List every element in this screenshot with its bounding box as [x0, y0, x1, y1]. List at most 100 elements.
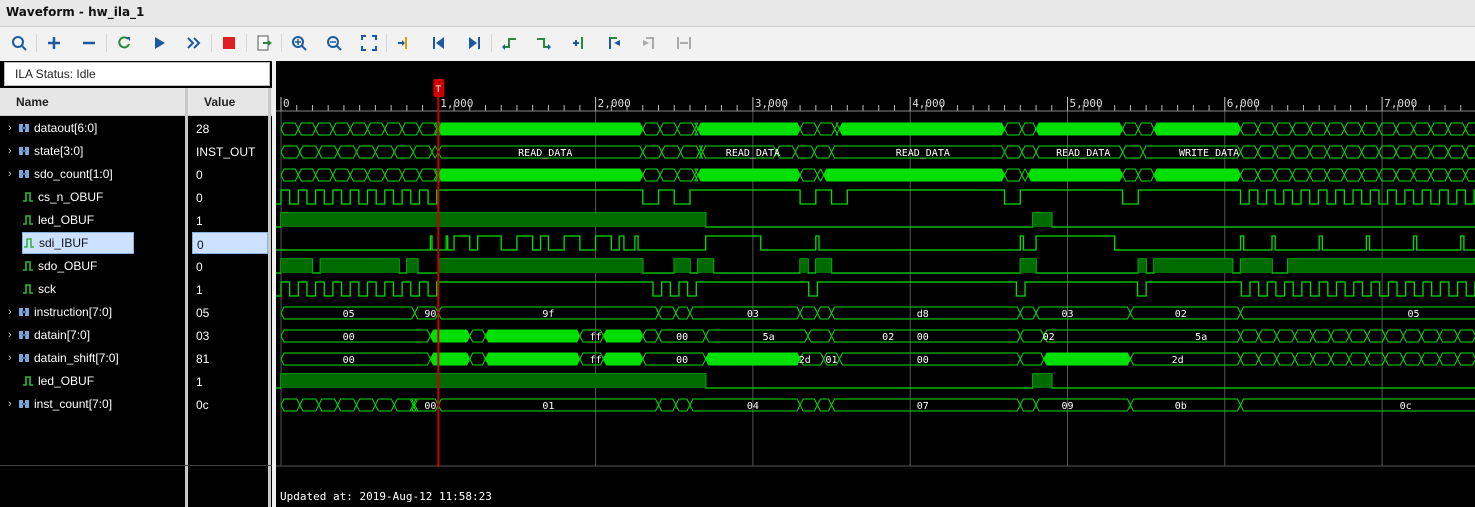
- chevron-right-icon[interactable]: ›: [8, 145, 18, 157]
- zoom-fit-button[interactable]: [358, 33, 380, 53]
- bus-segment: [1413, 145, 1432, 159]
- stop-button[interactable]: [218, 33, 240, 53]
- bit-high-fill: [1287, 259, 1475, 273]
- bus-signal-icon: [19, 147, 29, 155]
- bus-segment: [1447, 168, 1467, 182]
- bus-segment: [1274, 168, 1293, 182]
- chevron-right-icon[interactable]: ›: [8, 398, 18, 410]
- swap-cursors-button[interactable]: [673, 33, 695, 53]
- zoom-in-button[interactable]: [288, 33, 310, 53]
- signal-value-0: 28: [196, 122, 210, 136]
- bus-segment: [705, 352, 801, 366]
- zoom-in-icon: [292, 36, 307, 51]
- go-to-start-button[interactable]: [428, 33, 450, 53]
- signal-name-6[interactable]: sdo_OBUF: [8, 255, 134, 277]
- bus-segment: [675, 398, 691, 412]
- bus-segment: [401, 122, 420, 136]
- signal-name-4[interactable]: led_OBUF: [8, 209, 134, 231]
- column-divider[interactable]: [185, 88, 188, 507]
- zoom-out-button[interactable]: [323, 33, 345, 53]
- export-button[interactable]: [253, 33, 275, 53]
- bus-segment: [659, 122, 678, 136]
- name-column-header[interactable]: Name: [16, 88, 49, 116]
- bit-signal-icon: [23, 215, 33, 225]
- bus-segment: [349, 122, 369, 136]
- bit-high-fill: [281, 213, 706, 227]
- signal-value-11: 1: [196, 375, 203, 389]
- previous-marker-button[interactable]: [603, 33, 625, 53]
- signal-name-9[interactable]: › datain[7:0]: [8, 324, 134, 346]
- bus-segment: [816, 168, 825, 182]
- bus-segment: [1239, 122, 1259, 136]
- signal-name-11[interactable]: led_OBUF: [8, 370, 134, 392]
- go-to-cursor-button[interactable]: [393, 33, 415, 53]
- bus-value-label: 00: [343, 332, 355, 343]
- signal-label: sck: [38, 282, 56, 296]
- bus-segment: [1464, 168, 1475, 182]
- bus-segment: [1257, 168, 1276, 182]
- signal-name-1[interactable]: › state[3:0]: [8, 140, 134, 162]
- bus-segment: [823, 168, 1006, 182]
- bus-value-label: 0c: [1400, 401, 1412, 412]
- bus-segment: [1019, 352, 1045, 366]
- signal-value-10: 81: [196, 352, 210, 366]
- remove-button[interactable]: [78, 33, 100, 53]
- bus-segment: [1402, 352, 1422, 366]
- signal-name-10[interactable]: › datain_shift[7:0]: [8, 347, 134, 369]
- bus-waveform-0: [280, 122, 1475, 136]
- chevron-right-icon[interactable]: ›: [8, 329, 18, 341]
- signal-name-12[interactable]: › inst_count[7:0]: [8, 393, 134, 415]
- bus-segment: [1309, 168, 1328, 182]
- run-button[interactable]: [148, 33, 170, 53]
- bus-segment: [799, 398, 818, 412]
- bit-signal-icon: [23, 284, 33, 294]
- previous-transition-button[interactable]: [498, 33, 520, 53]
- signal-label: datain_shift[7:0]: [34, 351, 119, 365]
- bus-segment: [1457, 352, 1475, 366]
- next-marker-button[interactable]: [638, 33, 660, 53]
- waveform-area[interactable]: 0 1,000 2,000 3,000 4,000 5,000 6,000 7,000 READ…: [276, 61, 1475, 507]
- chevron-right-icon[interactable]: ›: [8, 122, 18, 134]
- add-button[interactable]: [43, 33, 65, 53]
- chevron-right-icon[interactable]: ›: [8, 168, 18, 180]
- bit-trace: [276, 189, 1475, 205]
- column-divider[interactable]: [268, 88, 271, 507]
- bus-segment: [1343, 122, 1363, 136]
- bus-segment: [355, 145, 376, 159]
- chevron-right-icon[interactable]: ›: [8, 306, 18, 318]
- value-column-header[interactable]: Value: [204, 88, 235, 116]
- bus-segment: [1239, 306, 1475, 320]
- bus-segment: [349, 168, 369, 182]
- signal-name-3[interactable]: cs_n_OBUF: [8, 186, 134, 208]
- bit-high-fill: [697, 259, 714, 273]
- bus-segment: [384, 122, 403, 136]
- bus-segment: [1035, 398, 1131, 412]
- signal-name-5[interactable]: sdi_IBUF: [22, 232, 134, 254]
- bus-segment: [1021, 145, 1037, 159]
- signal-label: dataout[6:0]: [34, 121, 98, 135]
- signal-name-7[interactable]: sck: [8, 278, 134, 300]
- signal-name-8[interactable]: › instruction[7:0]: [8, 301, 134, 323]
- next-transition-button[interactable]: [533, 33, 555, 53]
- search-button[interactable]: [8, 33, 30, 53]
- signal-name-0[interactable]: › dataout[6:0]: [8, 117, 134, 139]
- chevron-right-icon[interactable]: ›: [8, 352, 18, 364]
- run-continuous-button[interactable]: [183, 33, 205, 53]
- bus-segment: [1402, 329, 1422, 343]
- run-trigger-immediate-button[interactable]: [113, 33, 135, 53]
- add-marker-button[interactable]: [568, 33, 590, 53]
- next-transition-icon: [537, 38, 551, 50]
- go-to-end-button[interactable]: [463, 33, 485, 53]
- prev-transition-icon: [502, 38, 516, 50]
- bus-segment: [816, 398, 833, 412]
- bus-segment: [280, 329, 431, 343]
- zoom-out-icon: [327, 36, 342, 51]
- search-icon: [12, 36, 27, 51]
- signal-name-2[interactable]: › sdo_count[1:0]: [8, 163, 134, 185]
- bus-segment: [1348, 329, 1368, 343]
- tick-label: 1,000: [440, 97, 473, 110]
- bus-segment: [1395, 122, 1415, 136]
- bus-segment: [679, 145, 700, 159]
- bus-segment: [1035, 122, 1124, 136]
- bus-value-label: 00: [676, 332, 688, 343]
